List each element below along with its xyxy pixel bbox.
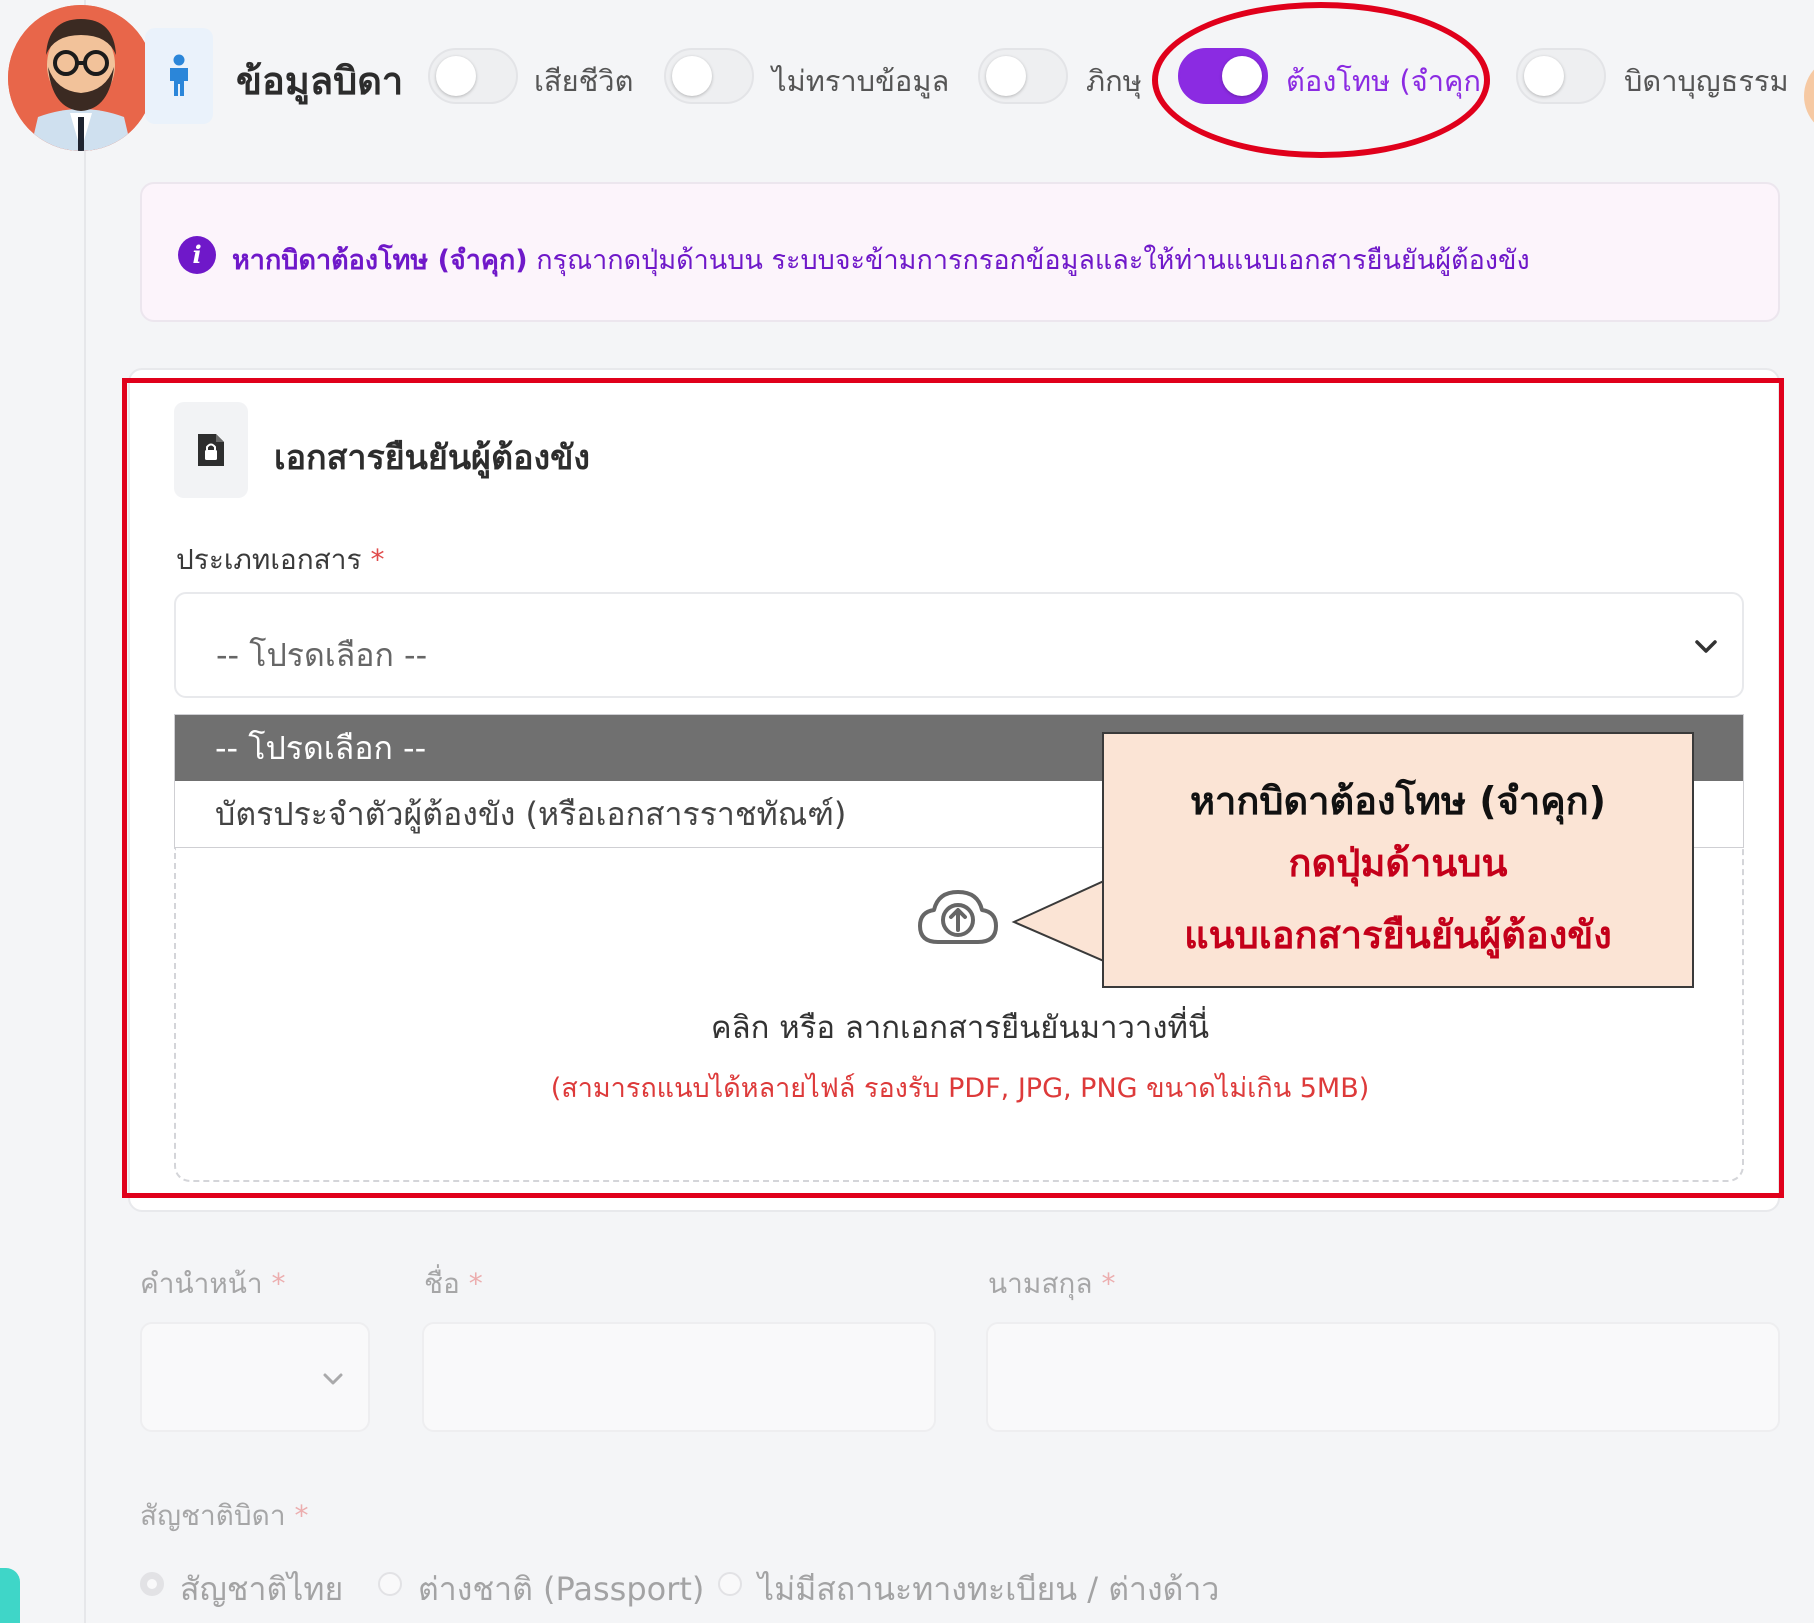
section-title-father: ข้อมูลบิดา bbox=[236, 59, 404, 103]
toggle-adoptive-father[interactable] bbox=[1516, 48, 1606, 104]
nationality-label: สัญชาติบิดา * bbox=[140, 1499, 309, 1532]
user-avatar bbox=[8, 5, 154, 151]
info-alert: i หากบิดาต้องโทษ (จำคุก) กรุณากดปุ่มด้าน… bbox=[140, 182, 1780, 322]
next-avatar bbox=[1804, 56, 1814, 136]
annotation-ellipse bbox=[1152, 2, 1490, 158]
person-icon bbox=[145, 28, 213, 124]
callout-line-3: แนบเอกสารยืนยันผู้ต้องขัง bbox=[1184, 913, 1612, 957]
prefix-label: คำนำหน้า * bbox=[140, 1267, 286, 1300]
alert-message: หากบิดาต้องโทษ (จำคุก) กรุณากดปุ่มด้านบน… bbox=[232, 238, 1530, 281]
radio-label-foreign: ต่างชาติ (Passport) bbox=[418, 1570, 705, 1608]
callout-pointer bbox=[1011, 879, 1106, 963]
toggle-label-monk: ภิกษุ bbox=[1086, 64, 1142, 98]
callout-line-2: กดปุ่มด้านบน bbox=[1288, 841, 1508, 885]
radio-thai[interactable] bbox=[140, 1572, 164, 1596]
radio-stateless[interactable] bbox=[718, 1572, 742, 1596]
toggle-monk[interactable] bbox=[978, 48, 1068, 104]
info-icon: i bbox=[178, 236, 216, 274]
left-rail bbox=[0, 0, 86, 1623]
radio-label-stateless: ไม่มีสถานะทางทะเบียน / ต่างด้าว bbox=[758, 1570, 1220, 1608]
toggle-label-deceased: เสียชีวิต bbox=[534, 64, 634, 98]
toggle-label-unknown: ไม่ทราบข้อมูล bbox=[772, 64, 950, 98]
radio-label-thai: สัญชาติไทย bbox=[180, 1570, 344, 1608]
first-name-label: ชื่อ * bbox=[424, 1267, 483, 1300]
last-name-input[interactable] bbox=[986, 1322, 1780, 1432]
chevron-down-icon bbox=[323, 1373, 343, 1385]
prefix-select[interactable] bbox=[140, 1322, 370, 1432]
alert-strong: หากบิดาต้องโทษ (จำคุก) bbox=[232, 245, 528, 276]
alert-body: กรุณากดปุ่มด้านบน ระบบจะข้ามการกรอกข้อมู… bbox=[527, 245, 1530, 276]
toggle-unknown[interactable] bbox=[664, 48, 754, 104]
callout-line-1: หากบิดาต้องโทษ (จำคุก) bbox=[1189, 779, 1607, 823]
last-name-label: นามสกุล * bbox=[988, 1267, 1116, 1300]
toggle-label-adoptive-father: บิดาบุญธรรม bbox=[1624, 64, 1789, 98]
radio-foreign[interactable] bbox=[378, 1572, 402, 1596]
toggle-deceased[interactable] bbox=[428, 48, 518, 104]
first-name-input[interactable] bbox=[422, 1322, 936, 1432]
side-tab[interactable] bbox=[0, 1568, 20, 1623]
annotation-callout: หากบิดาต้องโทษ (จำคุก) กดปุ่มด้านบน แนบเ… bbox=[1102, 732, 1694, 988]
